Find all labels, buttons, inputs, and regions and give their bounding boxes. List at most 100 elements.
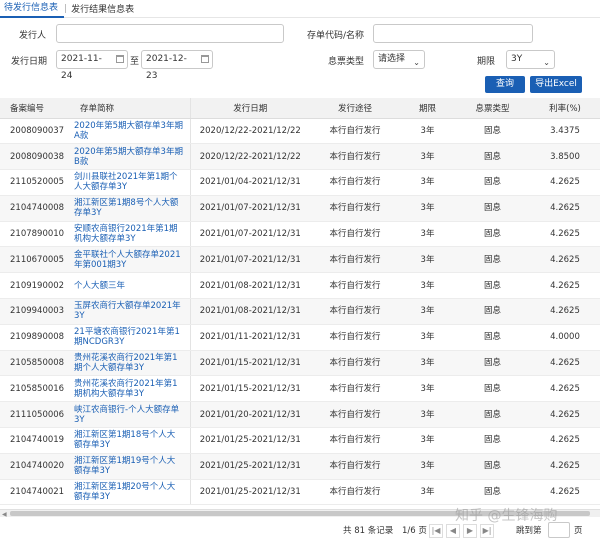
cell-filing-no: 2110670005 bbox=[0, 246, 70, 274]
cell-filing-no: 2109190002 bbox=[0, 272, 70, 300]
cell-term: 3年 bbox=[400, 272, 455, 300]
cell-rate: 4.2625 bbox=[530, 221, 600, 248]
cell-rate-type: 固息 bbox=[455, 118, 530, 145]
cell-filing-no: 2109890008 bbox=[0, 324, 70, 351]
last-page-button[interactable]: ▶| bbox=[480, 524, 494, 538]
cell-issue-date: 2021/01/25-2021/12/31 bbox=[189, 427, 310, 454]
cell-name[interactable]: 安顺农商银行2021年第1期机构大额存单3Y bbox=[70, 221, 190, 248]
tab-issue-results[interactable]: 发行结果信息表 bbox=[67, 2, 140, 15]
cell-term: 3年 bbox=[400, 195, 455, 222]
table-header-row: 备案编号 存单简称 发行日期 发行途径 期限 息票类型 利率(%) bbox=[0, 98, 600, 119]
cell-name[interactable]: 贵州花溪农商行2021年第1期个人大额存单3Y bbox=[70, 350, 190, 377]
table-row[interactable]: 2111050006 峡江农商银行-个人大额存单3Y 2021/01/20-2021… bbox=[0, 401, 600, 429]
rate-type-select[interactable]: 请选择 ⌄ bbox=[373, 50, 425, 69]
table-row[interactable]: 2105850008 贵州花溪农商行2021年第1期个人大额存单3Y 2021/01… bbox=[0, 350, 600, 377]
cell-issue-date: 2021/01/08-2021/12/31 bbox=[189, 298, 310, 325]
end-date-input[interactable]: 2021-12-23 bbox=[141, 50, 213, 81]
table-row[interactable]: 2110670005 金平联社个人大额存单2021年第001期3Y 2021/01/… bbox=[0, 246, 600, 274]
col-header-term[interactable]: 期限 bbox=[400, 98, 455, 119]
cell-name[interactable]: 峡江农商银行-个人大额存单3Y bbox=[70, 401, 190, 429]
cell-issue-date: 2021/01/07-2021/12/31 bbox=[189, 221, 310, 248]
cell-term: 3年 bbox=[400, 169, 455, 196]
calendar-icon bbox=[116, 55, 124, 63]
cell-term: 3年 bbox=[400, 453, 455, 480]
cell-term: 3年 bbox=[400, 401, 455, 429]
cell-rate-type: 固息 bbox=[455, 375, 530, 403]
cell-rate: 4.2625 bbox=[530, 350, 600, 377]
cell-term: 3年 bbox=[400, 246, 455, 274]
cell-rate: 3.8500 bbox=[530, 143, 600, 171]
end-date-value: 2021-12-23 bbox=[146, 54, 187, 81]
start-date-value: 2021-11-24 bbox=[61, 54, 102, 81]
cell-filing-no: 2008090038 bbox=[0, 143, 70, 171]
cell-term: 3年 bbox=[400, 118, 455, 145]
page-indicator: 1/6 页 bbox=[402, 526, 427, 536]
col-header-name[interactable]: 存单简称 bbox=[70, 98, 190, 119]
table-row[interactable]: 2109940003 玉屏农商行大额存单2021年3Y 2021/01/08-202… bbox=[0, 298, 600, 325]
cell-name[interactable]: 湘江新区第1期18号个人大额存单3Y bbox=[70, 427, 190, 454]
cell-issue-date: 2021/01/15-2021/12/31 bbox=[189, 350, 310, 377]
jump-to-label: 跳到第 bbox=[516, 526, 542, 536]
cell-rate-type: 固息 bbox=[455, 401, 530, 429]
table-row[interactable]: 2008090037 2020年第5期大额存单3年期A款 2020/12/22-20… bbox=[0, 118, 600, 145]
cell-issue-date: 2021/01/25-2021/12/31 bbox=[189, 453, 310, 480]
cell-filing-no: 2104740020 bbox=[0, 453, 70, 480]
table-row[interactable]: 2104740008 湘江新区第1期8号个人大额存单3Y 2021/01/07-20… bbox=[0, 195, 600, 222]
cell-channel: 本行自行发行 bbox=[310, 324, 400, 351]
cell-name[interactable]: 湘江新区第1期19号个人大额存单3Y bbox=[70, 453, 190, 480]
table-row[interactable]: 2109890008 21平塘农商银行2021年第1期NCDGR3Y 2021/01… bbox=[0, 324, 600, 351]
export-excel-button[interactable]: 导出Excel bbox=[530, 76, 582, 93]
cell-rate-type: 固息 bbox=[455, 221, 530, 248]
cell-name[interactable]: 2020年第5期大额存单3年期A款 bbox=[70, 118, 190, 145]
jump-page-input[interactable] bbox=[548, 522, 570, 538]
scroll-left-icon[interactable]: ◀ bbox=[2, 511, 7, 518]
next-page-button[interactable]: ▶ bbox=[463, 524, 477, 538]
cell-issue-date: 2021/01/11-2021/12/31 bbox=[189, 324, 310, 351]
code-input[interactable] bbox=[373, 24, 533, 43]
jump-page-suffix: 页 bbox=[574, 526, 583, 536]
cell-channel: 本行自行发行 bbox=[310, 272, 400, 300]
cell-filing-no: 2105850008 bbox=[0, 350, 70, 377]
table-row[interactable]: 2104740021 湘江新区第1期20号个人大额存单3Y 2021/01/25-2… bbox=[0, 479, 600, 506]
query-button[interactable]: 查询 bbox=[485, 76, 525, 93]
cell-channel: 本行自行发行 bbox=[310, 375, 400, 403]
issuer-input[interactable] bbox=[56, 24, 284, 43]
prev-page-button[interactable]: ◀ bbox=[446, 524, 460, 538]
col-header-filing-no[interactable]: 备案编号 bbox=[0, 98, 70, 119]
cell-rate: 4.2625 bbox=[530, 246, 600, 274]
table-row[interactable]: 2008090038 2020年第5期大额存单3年期B款 2020/12/22-20… bbox=[0, 143, 600, 171]
watermark-text: 知乎 @生锋海购 bbox=[455, 508, 558, 524]
cell-rate: 4.2625 bbox=[530, 479, 600, 506]
table-row[interactable]: 2105850016 贵州花溪农商行2021年第1期机构大额存单3Y 2021/01… bbox=[0, 375, 600, 403]
start-date-input[interactable]: 2021-11-24 bbox=[56, 50, 128, 81]
table-row[interactable]: 2109190002 个人大额三年 2021/01/08-2021/12/31 本行自… bbox=[0, 272, 600, 300]
col-header-channel[interactable]: 发行途径 bbox=[310, 98, 400, 119]
table-row[interactable]: 2107890010 安顺农商银行2021年第1期机构大额存单3Y 2021/01/… bbox=[0, 221, 600, 248]
table-row[interactable]: 2110520005 剑川县联社2021年第1期个人大额存单3Y 2021/01/0… bbox=[0, 169, 600, 196]
cell-name[interactable]: 玉屏农商行大额存单2021年3Y bbox=[70, 298, 190, 325]
cell-filing-no: 2104740008 bbox=[0, 195, 70, 222]
cell-name[interactable]: 剑川县联社2021年第1期个人大额存单3Y bbox=[70, 169, 190, 196]
table-row[interactable]: 2104740019 湘江新区第1期18号个人大额存单3Y 2021/01/25-2… bbox=[0, 427, 600, 454]
cell-name[interactable]: 21平塘农商银行2021年第1期NCDGR3Y bbox=[70, 324, 190, 351]
cell-filing-no: 2111050006 bbox=[0, 401, 70, 429]
col-header-issue-date[interactable]: 发行日期 bbox=[189, 98, 310, 119]
cell-name[interactable]: 2020年第5期大额存单3年期B款 bbox=[70, 143, 190, 171]
table-row[interactable]: 2104740020 湘江新区第1期19号个人大额存单3Y 2021/01/25-2… bbox=[0, 453, 600, 480]
cell-filing-no: 2104740021 bbox=[0, 479, 70, 506]
cell-name[interactable]: 个人大额三年 bbox=[70, 272, 190, 300]
cell-issue-date: 2021/01/04-2021/12/31 bbox=[189, 169, 310, 196]
first-page-button[interactable]: |◀ bbox=[429, 524, 443, 538]
col-header-rate[interactable]: 利率(%) bbox=[530, 98, 600, 119]
cell-name[interactable]: 贵州花溪农商行2021年第1期机构大额存单3Y bbox=[70, 375, 190, 403]
tab-pending-issue[interactable]: 待发行信息表 bbox=[0, 0, 65, 18]
cell-name[interactable]: 金平联社个人大额存单2021年第001期3Y bbox=[70, 246, 190, 274]
col-header-rate-type[interactable]: 息票类型 bbox=[455, 98, 530, 119]
cell-name[interactable]: 湘江新区第1期8号个人大额存单3Y bbox=[70, 195, 190, 222]
term-select[interactable]: 3Y ⌄ bbox=[506, 50, 555, 69]
cell-channel: 本行自行发行 bbox=[310, 427, 400, 454]
cell-name[interactable]: 湘江新区第1期20号个人大额存单3Y bbox=[70, 479, 190, 506]
cell-channel: 本行自行发行 bbox=[310, 453, 400, 480]
cell-issue-date: 2021/01/20-2021/12/31 bbox=[189, 401, 310, 429]
cell-issue-date: 2020/12/22-2021/12/22 bbox=[189, 118, 310, 145]
